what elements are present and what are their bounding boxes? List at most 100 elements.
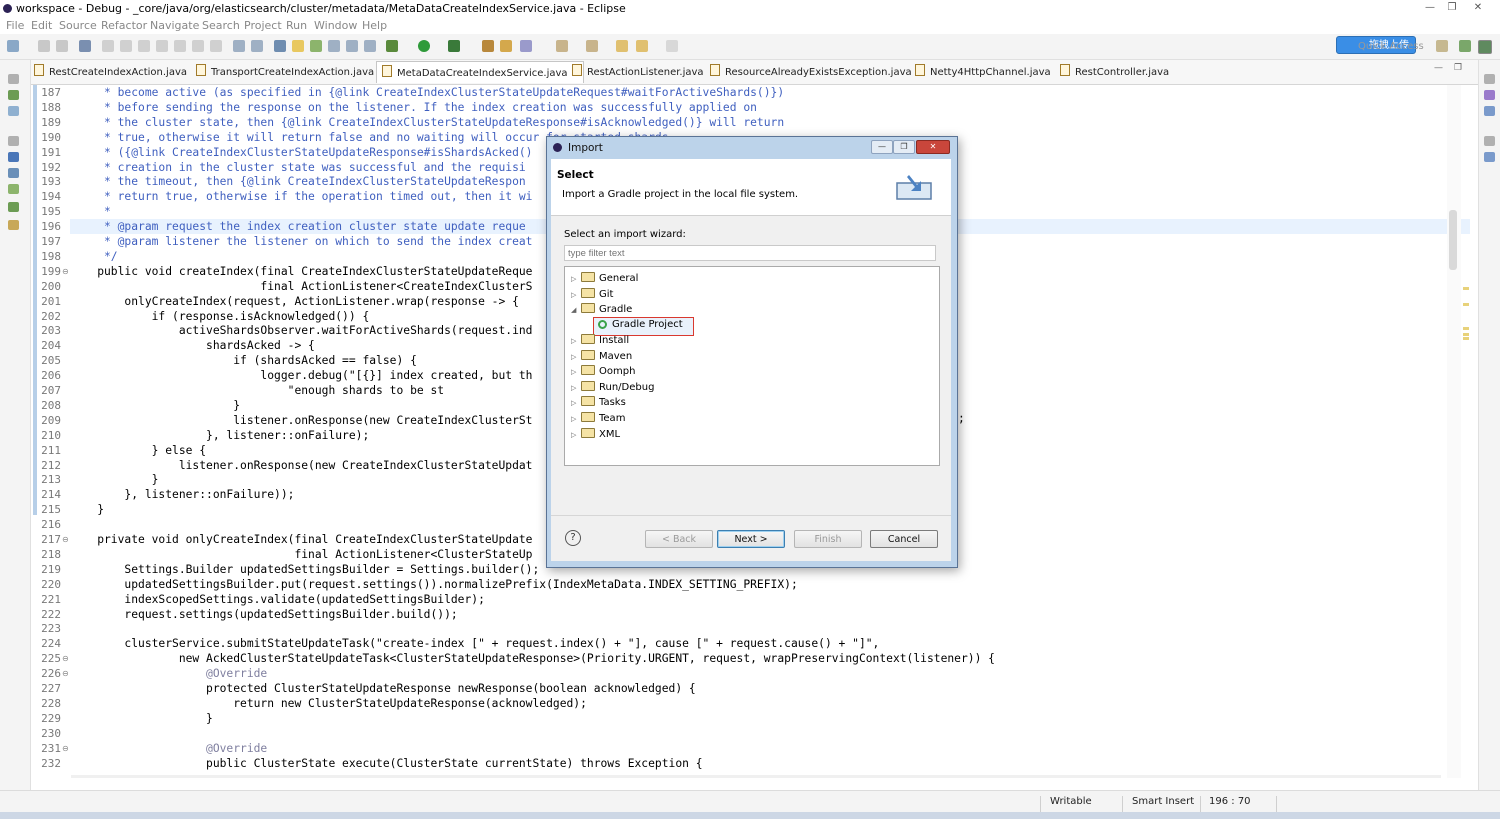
finish-button[interactable]: Finish: [794, 530, 862, 548]
toggle-mark-icon[interactable]: [310, 40, 322, 52]
menu-project[interactable]: Project: [244, 19, 282, 32]
menu-file[interactable]: File: [6, 19, 24, 32]
variables-icon[interactable]: [1484, 90, 1495, 100]
chevron-right-icon[interactable]: ▷: [571, 384, 581, 392]
fold-toggle-icon[interactable]: ⊖: [62, 654, 69, 663]
chevron-right-icon[interactable]: ▷: [571, 431, 581, 439]
tab-rest-controller[interactable]: RestController.java: [1060, 64, 1169, 82]
chevron-right-icon[interactable]: ▷: [571, 353, 581, 361]
tree-item-tasks[interactable]: ▷ Tasks: [571, 396, 626, 411]
disconnect-icon[interactable]: [156, 40, 168, 52]
next-annotation-icon[interactable]: [556, 40, 568, 52]
dialog-title-bar[interactable]: Import — ❐ ✕: [547, 137, 957, 157]
new-icon[interactable]: [7, 40, 19, 52]
restore-icon-4[interactable]: [1484, 136, 1495, 146]
last-edit-icon[interactable]: [616, 40, 628, 52]
run-icon[interactable]: [418, 40, 430, 52]
open-perspective-icon[interactable]: [1436, 40, 1448, 52]
junit-icon[interactable]: [8, 184, 19, 194]
show-source-icon[interactable]: [364, 40, 376, 52]
previous-annotation-icon[interactable]: [586, 40, 598, 52]
restore-icon[interactable]: [8, 74, 19, 84]
chevron-right-icon[interactable]: ▷: [571, 399, 581, 407]
filter-input[interactable]: [564, 245, 936, 261]
terminate-icon[interactable]: [138, 40, 150, 52]
close-window-button[interactable]: ✕: [1466, 1, 1490, 14]
resume-icon[interactable]: [102, 40, 114, 52]
tree-item-run-debug[interactable]: ▷ Run/Debug: [571, 381, 654, 396]
minimize-button[interactable]: —: [1418, 1, 1442, 14]
back-icon[interactable]: [636, 40, 648, 52]
tree-item-maven[interactable]: ▷ Maven: [571, 350, 632, 365]
block-select-icon[interactable]: [346, 40, 358, 52]
tab-netty4-http-channel[interactable]: Netty4HttpChannel.java: [915, 64, 1051, 82]
step-into-icon[interactable]: [174, 40, 186, 52]
dialog-close-button[interactable]: ✕: [916, 140, 950, 154]
tree-item-general[interactable]: ▷ General: [571, 272, 638, 287]
step-return-icon[interactable]: [210, 40, 222, 52]
maximize-editor-icon[interactable]: ❐: [1454, 63, 1462, 73]
menu-refactor[interactable]: Refactor: [101, 19, 147, 32]
save-icon[interactable]: [38, 40, 50, 52]
wizard-tree[interactable]: ▷ General ▷ Git ◢ Gradle Gradle Project ▷ In…: [564, 266, 940, 466]
horizontal-scrollbar[interactable]: [71, 775, 1441, 778]
coverage-icon[interactable]: [448, 40, 460, 52]
drop-to-frame-icon[interactable]: [233, 40, 245, 52]
fold-toggle-icon[interactable]: ⊖: [62, 744, 69, 753]
java-perspective-icon[interactable]: [1459, 40, 1471, 52]
new-package-icon[interactable]: [482, 40, 494, 52]
menu-navigate[interactable]: Navigate: [150, 19, 199, 32]
fold-toggle-icon[interactable]: ⊖: [62, 535, 69, 544]
tab-transport-create-index-action[interactable]: TransportCreateIndexAction.java: [196, 64, 374, 82]
chevron-right-icon[interactable]: ▷: [571, 291, 581, 299]
menu-edit[interactable]: Edit: [31, 19, 52, 32]
tree-item-xml[interactable]: ▷ XML: [571, 428, 620, 443]
tree-item-install[interactable]: ▷ Install: [571, 334, 629, 349]
vertical-scrollbar[interactable]: [1447, 85, 1461, 778]
forward-icon[interactable]: [666, 40, 678, 52]
chevron-right-icon[interactable]: ▷: [571, 275, 581, 283]
tree-item-oomph[interactable]: ▷ Oomph: [571, 365, 635, 380]
open-folder-icon[interactable]: [500, 40, 512, 52]
menu-help[interactable]: Help: [362, 19, 387, 32]
use-step-filters-icon[interactable]: [251, 40, 263, 52]
debug-perspective-icon[interactable]: [1478, 40, 1492, 54]
menu-search[interactable]: Search: [202, 19, 240, 32]
outline-icon[interactable]: [1484, 152, 1495, 162]
fold-toggle-icon[interactable]: ⊖: [62, 669, 69, 678]
chevron-down-icon[interactable]: ◢: [571, 306, 581, 314]
minimize-editor-icon[interactable]: —: [1434, 63, 1443, 73]
debug-view-icon[interactable]: [8, 90, 19, 100]
highlight-icon[interactable]: [292, 40, 304, 52]
tab-metadata-create-index-service[interactable]: MetaDataCreateIndexService.java ✕: [376, 61, 585, 83]
fold-toggle-icon[interactable]: ⊖: [62, 267, 69, 276]
skip-breakpoints-icon[interactable]: [79, 40, 91, 52]
progress-icon[interactable]: [8, 202, 19, 212]
restore-icon-3[interactable]: [1484, 74, 1495, 84]
step-over-icon[interactable]: [192, 40, 204, 52]
save-all-icon[interactable]: [56, 40, 68, 52]
project-explorer-icon[interactable]: [8, 106, 19, 116]
chevron-right-icon[interactable]: ▷: [571, 337, 581, 345]
dialog-maximize-button[interactable]: ❐: [893, 140, 915, 154]
tree-item-team[interactable]: ▷ Team: [571, 412, 625, 427]
show-whitespace-icon[interactable]: [328, 40, 340, 52]
back-button[interactable]: < Back: [645, 530, 713, 548]
debug-icon[interactable]: [386, 40, 398, 52]
tasks-icon[interactable]: [8, 220, 19, 230]
cancel-button[interactable]: Cancel: [870, 530, 938, 548]
chevron-right-icon[interactable]: ▷: [571, 368, 581, 376]
tab-rest-action-listener[interactable]: RestActionListener.java: [572, 64, 704, 82]
search-view-icon[interactable]: [8, 168, 19, 178]
suspend-icon[interactable]: [120, 40, 132, 52]
open-type-icon[interactable]: [274, 40, 286, 52]
dialog-minimize-button[interactable]: —: [871, 140, 893, 154]
tree-item-gradle[interactable]: ◢ Gradle: [571, 303, 632, 318]
tab-resource-already-exists-exception[interactable]: ResourceAlreadyExistsException.java: [710, 64, 912, 82]
console-icon[interactable]: [8, 152, 19, 162]
scroll-thumb[interactable]: [1449, 210, 1457, 270]
expressions-icon[interactable]: [1484, 106, 1495, 116]
menu-run[interactable]: Run: [286, 19, 307, 32]
menu-window[interactable]: Window: [314, 19, 357, 32]
tree-item-git[interactable]: ▷ Git: [571, 288, 613, 303]
